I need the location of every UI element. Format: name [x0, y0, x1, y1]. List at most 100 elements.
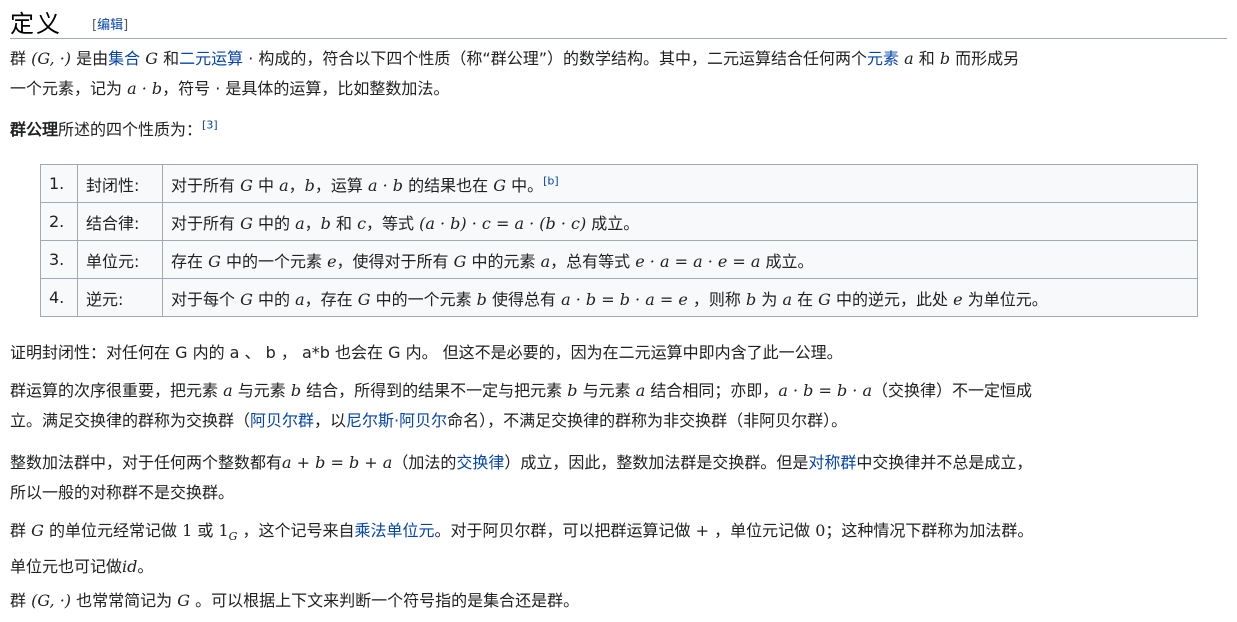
axiom-description: 对于每个 G 中的 a，存在 G 中的一个元素 b 使得总有 a · b = b… [162, 278, 1198, 317]
axiom-number: 3. [40, 240, 78, 279]
math: a [540, 251, 551, 271]
math: b [476, 289, 487, 309]
text: 对于所有 [171, 213, 241, 233]
text: 成立。 [586, 213, 640, 233]
axiom-number: 1. [40, 164, 78, 203]
text: 的结果也在 [403, 175, 494, 195]
axiom-name: 结合律: [77, 202, 163, 241]
link-commutativity[interactable]: 交换律 [456, 453, 504, 472]
text: 中的 [252, 289, 296, 309]
text: 为 [756, 289, 783, 309]
text: ，以 [314, 411, 347, 430]
text: 存在 [171, 251, 209, 271]
text: 群 [10, 591, 32, 610]
math: b [304, 175, 315, 195]
text: 与元素 [577, 381, 636, 400]
link-element[interactable]: 元素 [867, 49, 899, 68]
math: b [746, 289, 757, 309]
text: 也常常简记为 [71, 591, 178, 610]
math: e [953, 289, 963, 309]
math: G [818, 289, 831, 309]
text: 而形成另 [950, 49, 1020, 68]
math: a [223, 381, 233, 400]
text: （加法的 [392, 453, 457, 472]
paragraph-identity-notation: 群 G 的单位元经常记做 1 或 1G ，这个记号来自乘法单位元。对于阿贝尔群，… [10, 516, 1225, 582]
reference-link[interactable]: [3] [202, 119, 218, 132]
text: 是由 [71, 49, 109, 68]
edit-bracket-close: ] [123, 18, 129, 33]
math: a [782, 289, 792, 309]
math: G [453, 251, 467, 271]
text: 为单位元。 [962, 289, 1048, 309]
math: 0 [815, 521, 826, 540]
text: 群 [10, 49, 32, 68]
note-link[interactable]: [b] [543, 174, 559, 187]
math: G [177, 591, 191, 610]
axiom-name: 单位元: [77, 240, 163, 279]
math: G [240, 213, 253, 233]
math: G [240, 289, 253, 309]
text: 群运算的次序很重要，把元素 [10, 381, 224, 400]
text: 结合相同；亦即， [645, 381, 779, 400]
section-heading: 定义 [编辑] [10, 2, 1227, 39]
axioms-table: 1. 封闭性: 对于所有 G 中 a，b，运算 a · b 的结果也在 G 中。[b… [40, 164, 1198, 317]
math: 1 [182, 521, 193, 540]
axiom-description: 存在 G 中的一个元素 e，使得对于所有 G 中的元素 a，总有等式 e · a… [162, 240, 1198, 279]
paragraph-definition: 群 (G, ·) 是由集合 G 和二元运算 · 构成的，符合以下四个性质（称“群… [10, 44, 1225, 104]
paragraph-order: 群运算的次序很重要，把元素 a 与元素 b 结合，所得到的结果不一定与把元素 b… [10, 376, 1225, 436]
text: 中 [252, 175, 280, 195]
axiom-description: 对于所有 G 中的 a，b 和 c，等式 (a · b) · c = a · (… [162, 202, 1198, 241]
text: 对于所有 [171, 175, 241, 195]
edit-section: [编辑] [92, 14, 128, 33]
text: 中。 [505, 175, 544, 195]
link-abelian-group[interactable]: 阿贝尔群 [250, 411, 314, 430]
link-niels-abel[interactable]: 尼尔斯·阿贝尔 [346, 411, 447, 430]
paragraph-integer-addition: 整数加法群中，对于任何两个整数都有a + b = b + a（加法的交换律）成立… [10, 448, 1225, 508]
math: (G, ·) [31, 591, 72, 610]
link-symmetric-group[interactable]: 对称群 [808, 453, 856, 472]
edit-link[interactable]: 编辑 [97, 18, 123, 33]
text: ， [288, 175, 305, 195]
text: 或 [192, 521, 219, 540]
text: 。可以根据上下文来判断一个符号指的是集合还是群。 [190, 591, 580, 610]
math: a · b = b · a = e [561, 289, 688, 309]
text: · 构成的，符合以下四个性质（称“群公理”）的数学结构。其中，二元运算结合任何两… [243, 49, 867, 68]
axiom-row: 3. 单位元: 存在 G 中的一个元素 e，使得对于所有 G 中的元素 a，总有等式… [40, 240, 1198, 279]
axiom-row: 4. 逆元: 对于每个 G 中的 a，存在 G 中的一个元素 b 使得总有 a · … [40, 278, 1198, 317]
text: 。对于阿贝尔群，可以把群运算记做 [434, 521, 696, 540]
text: ，总有等式 [550, 251, 636, 271]
text: （交换律）不一定恒成 [872, 381, 1033, 400]
paragraph-abbreviation: 群 (G, ·) 也常常简记为 G 。可以根据上下文来判断一个符号指的是集合还是… [10, 586, 1225, 616]
text: 中交换律并不总是成立， [856, 453, 1033, 472]
text: 成立。 [760, 251, 814, 271]
text: 结合，所得到的结果不一定与把元素 [301, 381, 568, 400]
math: a [295, 213, 305, 233]
math: 1 [218, 521, 229, 540]
link-multiplicative-identity[interactable]: 乘法单位元 [355, 521, 435, 540]
math: b [567, 381, 578, 400]
math: a [904, 49, 914, 68]
math: b [939, 49, 951, 68]
math: e · a = a · e = a [635, 251, 761, 271]
math: a [635, 381, 646, 400]
math: e [327, 251, 337, 271]
math: G [208, 251, 221, 271]
math: G [31, 521, 44, 540]
text: ， [304, 213, 321, 233]
axiom-name: 逆元: [77, 278, 163, 317]
text: 一个元素，记为 [10, 79, 128, 98]
link-set[interactable]: 集合 [108, 49, 140, 68]
text: 中的逆元，此处 [830, 289, 954, 309]
paragraph-axioms-intro: 群公理所述的四个性质为：[3] [10, 115, 1225, 145]
text: 证明封闭性：对任何在 G 内的 a 、 b ， a*b 也会在 G 内。 但这不… [10, 343, 843, 362]
math: G [240, 175, 253, 195]
math: G [357, 289, 371, 309]
link-binary-operation[interactable]: 二元运算 [179, 49, 243, 68]
text: 使得总有 [486, 289, 562, 309]
text: ，运算 [314, 175, 368, 195]
text: 群 [10, 521, 32, 540]
axiom-row: 2. 结合律: 对于所有 G 中的 a，b 和 c，等式 (a · b) · c =… [40, 202, 1198, 241]
text: 中的 [252, 213, 296, 233]
math: (a · b) · c = a · (b · c) [419, 213, 587, 233]
text: ）成立，因此，整数加法群是交换群。但是 [504, 453, 809, 472]
